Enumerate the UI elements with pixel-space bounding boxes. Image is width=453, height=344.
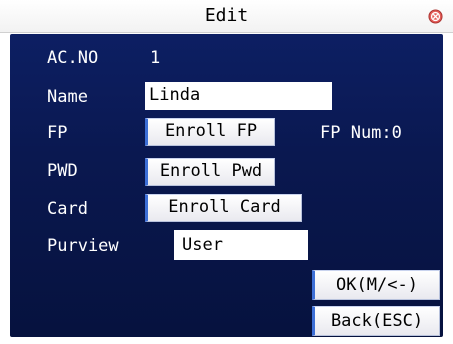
back-button[interactable]: Back(ESC) [312,306,440,336]
enroll-fp-button[interactable]: Enroll FP [145,118,275,146]
ok-button[interactable]: OK(M/<-) [312,270,440,300]
edit-dialog: Edit AC.NO 1 Name Linda FP Enroll FP FP … [0,0,453,344]
card-label: Card [47,199,88,219]
enroll-pwd-button[interactable]: Enroll Pwd [145,158,275,186]
purview-select[interactable]: User [174,230,308,260]
name-label: Name [47,87,88,107]
enroll-card-button[interactable]: Enroll Card [145,194,302,222]
window-title: Edit [204,5,249,26]
fp-label: FP [47,123,68,143]
acno-value: 1 [150,48,161,68]
pwd-label: PWD [47,161,78,181]
close-icon[interactable] [428,9,443,24]
title-bar: Edit [0,0,453,33]
purview-label: Purview [47,236,119,256]
fp-num-label: FP Num:0 [320,123,402,143]
form-panel: AC.NO 1 Name Linda FP Enroll FP FP Num:0… [10,34,443,337]
name-input[interactable]: Linda [145,82,332,110]
acno-label: AC.NO [47,48,99,68]
